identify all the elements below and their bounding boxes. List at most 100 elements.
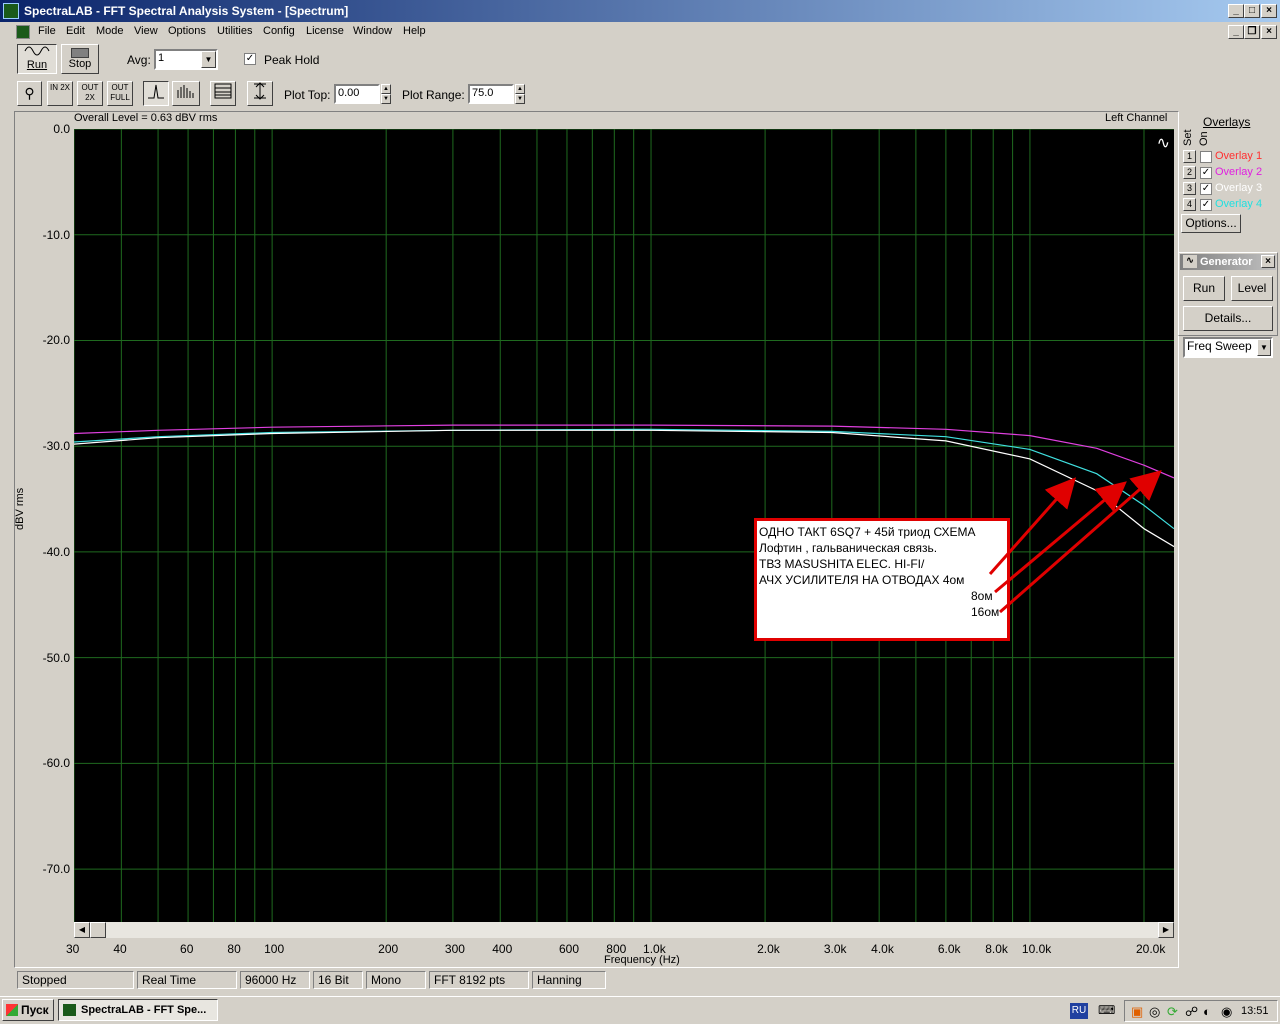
menu-mode[interactable]: Mode bbox=[96, 25, 124, 37]
x-tick-label: 300 bbox=[444, 942, 465, 956]
maximize-button[interactable]: □ bbox=[1244, 4, 1260, 18]
x-tick-label: 200 bbox=[378, 942, 399, 956]
menu-options[interactable]: Options bbox=[168, 25, 206, 37]
taskbar-spectralab[interactable]: SpectraLAB - FFT Spe... bbox=[58, 999, 218, 1021]
status-cell: 16 Bit bbox=[313, 971, 363, 989]
doc-icon[interactable] bbox=[16, 25, 30, 39]
tray-icon-1[interactable]: ▣ bbox=[1131, 1004, 1143, 1020]
x-tick-label: 10.0k bbox=[1021, 942, 1052, 956]
language-indicator[interactable]: RU bbox=[1070, 1003, 1088, 1019]
overlay-row[interactable]: 1 Overlay 1 bbox=[1183, 150, 1273, 165]
child-close-button[interactable]: × bbox=[1261, 25, 1277, 39]
zoom-button[interactable]: ⚲ bbox=[17, 81, 42, 106]
overlay-set-button[interactable]: 1 bbox=[1183, 150, 1196, 163]
generator-icon: ∿ bbox=[1183, 255, 1197, 268]
generator-run-button[interactable]: Run bbox=[1183, 276, 1225, 301]
network-icon[interactable]: ⟳ bbox=[1167, 1004, 1178, 1020]
menu-window[interactable]: Window bbox=[353, 25, 392, 37]
menu-edit[interactable]: Edit bbox=[66, 25, 85, 37]
peak-hold-label: Peak Hold bbox=[264, 53, 320, 67]
overlay-set-button[interactable]: 2 bbox=[1183, 166, 1196, 179]
run-label: Run bbox=[26, 59, 48, 71]
tray-icon-2[interactable]: ◎ bbox=[1149, 1004, 1160, 1020]
tray-icon-4[interactable]: ☍ bbox=[1185, 1004, 1198, 1020]
note-line: Лофтин , гальваническая связь. bbox=[759, 541, 938, 555]
plot-range-down[interactable]: ▼ bbox=[515, 94, 525, 104]
peak-line-icon bbox=[148, 84, 164, 99]
volume-icon[interactable]: ◐ bbox=[1203, 1004, 1211, 1019]
zoom-in-2x-button[interactable]: IN 2X bbox=[47, 81, 73, 106]
chevron-down-icon[interactable]: ▼ bbox=[1257, 339, 1271, 356]
menu-file[interactable]: File bbox=[38, 25, 56, 37]
menu-utilities[interactable]: Utilities bbox=[217, 25, 252, 37]
table-icon bbox=[214, 83, 232, 99]
overlay-row[interactable]: 3 ✓ Overlay 3 bbox=[1183, 182, 1273, 197]
table-view-button[interactable] bbox=[210, 81, 236, 106]
plot-top-label: Plot Top: bbox=[284, 88, 331, 102]
scroll-left-button[interactable]: ◀ bbox=[74, 922, 90, 938]
keyboard-icon[interactable]: ⌨ bbox=[1098, 1003, 1115, 1019]
overlay-label: Overlay 2 bbox=[1215, 166, 1263, 178]
bar-plot-button[interactable] bbox=[172, 81, 200, 106]
overlay-row[interactable]: 2 ✓ Overlay 2 bbox=[1183, 166, 1273, 181]
zoom-out-2x-button[interactable]: OUT 2X bbox=[77, 81, 103, 106]
peak-hold-checkbox[interactable]: ✓ bbox=[244, 53, 256, 65]
overlay-row[interactable]: 4 ✓ Overlay 4 bbox=[1183, 198, 1273, 213]
overlay-options-button[interactable]: Options... bbox=[1181, 214, 1241, 233]
x-tick-label: 3.0k bbox=[823, 942, 847, 956]
horizontal-scrollbar[interactable]: ◀ ▶ bbox=[74, 922, 1174, 938]
window-titlebar[interactable]: SpectraLAB - FFT Spectral Analysis Syste… bbox=[0, 0, 1280, 22]
overlay-set-button[interactable]: 3 bbox=[1183, 182, 1196, 195]
child-restore-button[interactable]: ❐ bbox=[1244, 25, 1260, 39]
plot-range-up[interactable]: ▲ bbox=[515, 84, 525, 94]
x-tick-label: 30 bbox=[66, 942, 80, 956]
series-line-1 bbox=[74, 424, 1174, 479]
sine-generator-icon[interactable]: ∿ bbox=[1157, 133, 1170, 153]
generator-titlebar[interactable]: ∿ Generator × bbox=[1180, 254, 1276, 270]
zoom-full-label: OUT FULL bbox=[110, 83, 130, 102]
scroll-right-button[interactable]: ▶ bbox=[1158, 922, 1174, 938]
y-tick-label: 0.0 bbox=[53, 122, 70, 136]
tray-icon-6[interactable]: ◉ bbox=[1221, 1004, 1232, 1020]
annotation-note: ОДНО ТАКТ 6SQ7 + 45й триод СХЕМА Лофтин … bbox=[754, 518, 1010, 641]
plot-top-up[interactable]: ▲ bbox=[381, 84, 391, 94]
line-plot-button[interactable] bbox=[143, 81, 169, 106]
stop-button[interactable]: Stop bbox=[61, 44, 99, 74]
generator-close-button[interactable]: × bbox=[1261, 255, 1275, 268]
set-label: Set bbox=[1182, 129, 1194, 146]
scroll-thumb[interactable] bbox=[90, 922, 106, 938]
chevron-down-icon[interactable]: ▼ bbox=[201, 51, 216, 68]
plot-top-input[interactable]: 0.00 bbox=[334, 84, 380, 104]
generator-details-button[interactable]: Details... bbox=[1183, 306, 1273, 331]
overlay-set-button[interactable]: 4 bbox=[1183, 198, 1196, 211]
y-axis-label: dBV rms bbox=[14, 487, 26, 530]
close-button[interactable]: × bbox=[1261, 4, 1277, 18]
start-button[interactable]: Пуск bbox=[2, 999, 54, 1021]
y-tick-label: -40.0 bbox=[42, 544, 70, 559]
generator-level-button[interactable]: Level bbox=[1231, 276, 1273, 301]
minimize-button[interactable]: _ bbox=[1228, 4, 1244, 18]
menu-view[interactable]: View bbox=[134, 25, 158, 37]
zoom-full-button[interactable]: OUT FULL bbox=[107, 81, 133, 106]
plot-range-input[interactable]: 75.0 bbox=[468, 84, 514, 104]
scale-button[interactable] bbox=[247, 81, 273, 106]
clock[interactable]: 13:51 bbox=[1241, 1005, 1269, 1017]
generator-mode-select[interactable]: Freq Sweep ▼ bbox=[1183, 337, 1273, 358]
avg-select[interactable]: 1 ▼ bbox=[154, 49, 218, 70]
run-button[interactable]: Run bbox=[17, 44, 57, 74]
overlay-on-checkbox[interactable]: ✓ bbox=[1200, 183, 1212, 195]
menu-config[interactable]: Config bbox=[263, 25, 295, 37]
status-cell: Hanning bbox=[532, 971, 606, 989]
bars-icon bbox=[177, 85, 194, 98]
overlay-on-checkbox[interactable]: ✓ bbox=[1200, 167, 1212, 179]
menu-license[interactable]: License bbox=[306, 25, 344, 37]
stop-label: Stop bbox=[68, 58, 92, 70]
menu-help[interactable]: Help bbox=[403, 25, 426, 37]
y-tick-label: -60.0 bbox=[42, 756, 70, 771]
overall-level: Overall Level = 0.63 dBV rms bbox=[74, 112, 218, 124]
overlay-on-checkbox[interactable] bbox=[1200, 151, 1212, 163]
overlay-on-checkbox[interactable]: ✓ bbox=[1200, 199, 1212, 211]
child-minimize-button[interactable]: _ bbox=[1228, 25, 1244, 39]
plot-top-down[interactable]: ▼ bbox=[381, 94, 391, 104]
y-tick-label: -30.0 bbox=[42, 439, 70, 454]
